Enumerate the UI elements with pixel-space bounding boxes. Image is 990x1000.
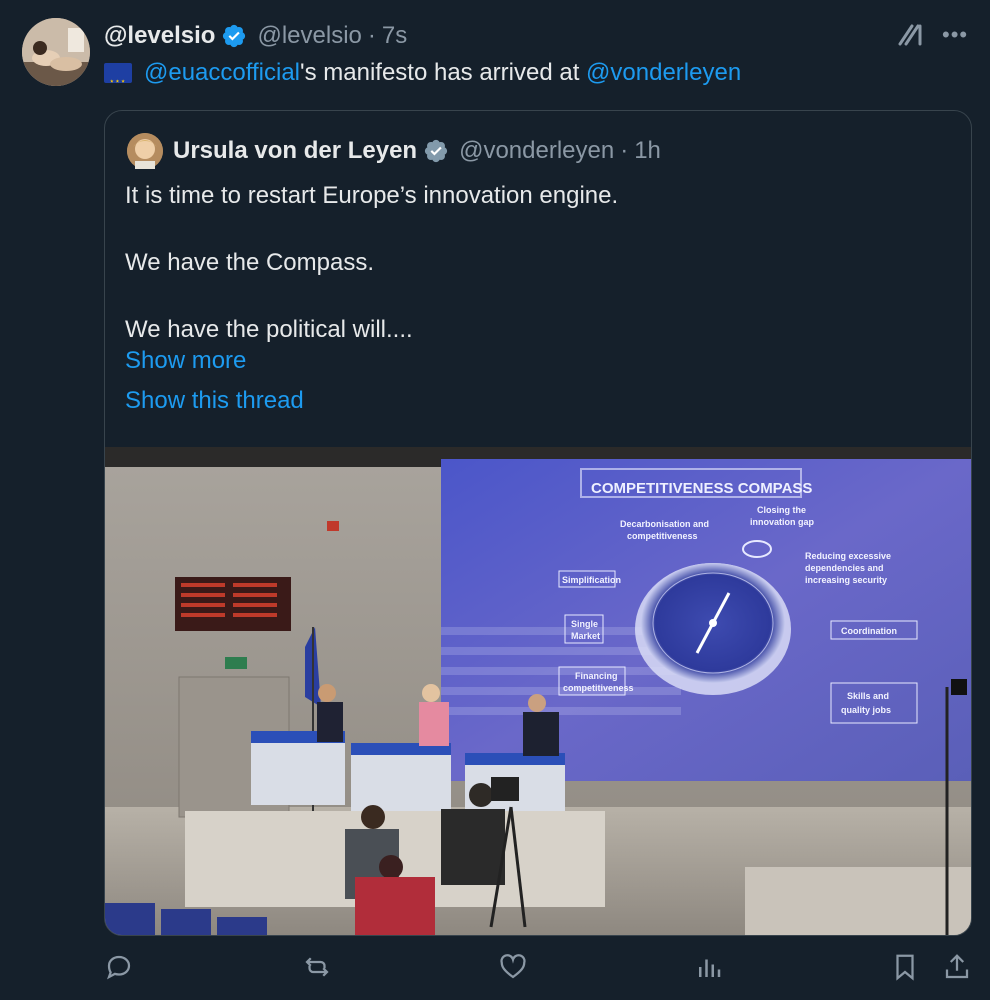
tweet-text: @euaccofficial 's manifesto has arrived … <box>104 58 741 96</box>
label-reducing-1: Reducing excessive <box>805 551 891 561</box>
label-coordination: Coordination <box>841 626 897 636</box>
label-financing-1: Financing <box>575 671 618 681</box>
label-reducing-3: increasing security <box>805 575 887 585</box>
author-handle[interactable]: @levelsio <box>257 22 361 50</box>
label-single-market-2: Market <box>571 631 600 641</box>
podium-left <box>251 731 345 805</box>
quoted-author-handle[interactable]: @vonderleyen <box>459 137 614 165</box>
label-financing-2: competitiveness <box>563 683 634 693</box>
screen-title: COMPETITIVENESS COMPASS <box>591 480 812 497</box>
label-skills-1: Skills and <box>847 691 889 701</box>
quoted-author-name[interactable]: Ursula von der Leyen <box>173 137 417 165</box>
more-icon[interactable]: ••• <box>942 22 968 48</box>
author-avatar[interactable] <box>22 18 90 86</box>
quoted-tweet[interactable]: Ursula von der Leyen @vonderleyen · 1h I… <box>104 110 972 936</box>
quoted-author-avatar[interactable] <box>127 133 163 169</box>
quoted-text: It is time to restart Europe’s innovatio… <box>125 179 945 347</box>
quoted-timestamp[interactable]: 1h <box>634 137 661 165</box>
show-thread-link[interactable]: Show this thread <box>125 387 304 415</box>
label-closing-gap-1: Closing the <box>757 505 806 515</box>
like-icon[interactable] <box>498 952 528 982</box>
tweet-actions <box>0 952 990 992</box>
bookmark-icon[interactable] <box>890 952 920 982</box>
quoted-line-3: We have the political will.... <box>125 316 413 343</box>
mention-vonderleyen[interactable]: @vonderleyen <box>586 58 741 88</box>
label-simplification: Simplification <box>562 575 621 585</box>
quoted-line-1: It is time to restart Europe’s innovatio… <box>125 182 619 209</box>
quoted-header: Ursula von der Leyen @vonderleyen · 1h <box>173 133 661 169</box>
retweet-icon[interactable] <box>302 952 332 982</box>
eu-flag-icon <box>104 63 132 96</box>
tweet-header: @levelsio @levelsio · 7s <box>104 18 407 54</box>
separator-dot: · <box>620 137 629 164</box>
separator-dot: · <box>367 22 376 49</box>
label-decarb-1: Decarbonisation and <box>620 519 709 529</box>
grok-icon[interactable] <box>896 20 926 50</box>
label-decarb-2: competitiveness <box>627 531 698 541</box>
label-reducing-2: dependencies and <box>805 563 884 573</box>
tweet-text-middle: 's manifesto has arrived at <box>300 59 587 86</box>
reply-icon[interactable] <box>104 952 134 982</box>
verified-badge-icon <box>424 139 448 163</box>
author-name[interactable]: @levelsio <box>104 22 215 50</box>
label-skills-2: quality jobs <box>841 705 891 715</box>
share-icon[interactable] <box>942 952 972 982</box>
verified-badge-icon <box>223 24 246 48</box>
mention-euaccofficial[interactable]: @euaccofficial <box>144 58 300 88</box>
label-single-market-1: Single <box>571 619 598 629</box>
views-icon[interactable] <box>694 952 724 982</box>
tweet-timestamp[interactable]: 7s <box>382 22 407 50</box>
show-more-link[interactable]: Show more <box>125 347 246 375</box>
press-conference-image[interactable]: COMPETITIVENESS COMPASS Closing the inno… <box>105 447 971 935</box>
quoted-line-2: We have the Compass. <box>125 249 375 276</box>
label-closing-gap-2: innovation gap <box>750 517 815 527</box>
